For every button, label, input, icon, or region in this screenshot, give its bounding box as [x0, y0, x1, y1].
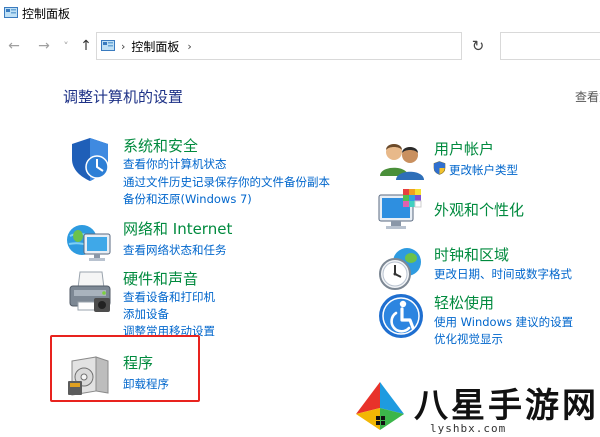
search-input[interactable] [500, 32, 600, 60]
watermark: 八星手游网 lyshbx.com [348, 372, 600, 437]
users-icon[interactable] [377, 138, 425, 186]
breadcrumb-control-panel[interactable]: 控制面板 [131, 38, 179, 55]
control-panel-icon [4, 7, 18, 18]
link-change-date-time-format[interactable]: 更改日期、时间或数字格式 [434, 266, 572, 282]
link-backup-restore[interactable]: 备份和还原(Windows 7) [123, 191, 252, 207]
category-title[interactable]: 网络和 Internet [123, 218, 232, 239]
link-add-device[interactable]: 添加设备 [123, 306, 169, 322]
shield-icon[interactable] [66, 135, 114, 183]
link-windows-recommended-settings[interactable]: 使用 Windows 建议的设置 [434, 314, 573, 330]
watermark-text: 八星手游网 [414, 386, 599, 426]
clock-globe-icon[interactable] [377, 244, 425, 292]
link-optimize-visual-display[interactable]: 优化视觉显示 [434, 331, 503, 347]
network-globe-icon[interactable] [66, 218, 114, 266]
link-devices-printers[interactable]: 查看设备和打印机 [123, 289, 215, 305]
control-panel-icon [101, 40, 115, 51]
title-bar: 控制面板 [0, 0, 600, 26]
category-title[interactable]: 轻松使用 [434, 292, 494, 313]
page-title: 调整计算机的设置 [63, 88, 184, 106]
category-title[interactable]: 时钟和区域 [434, 244, 509, 265]
uac-shield-icon [433, 161, 446, 175]
category-title[interactable]: 系统和安全 [123, 135, 198, 156]
breadcrumb-separator[interactable]: › [121, 40, 125, 53]
category-title[interactable]: 外观和个性化 [434, 199, 524, 220]
recent-locations-button[interactable]: ˅ [56, 34, 76, 58]
up-button[interactable]: ↑ [76, 34, 96, 58]
window-title: 控制面板 [22, 6, 71, 21]
printer-icon[interactable] [66, 268, 114, 316]
link-change-account-type[interactable]: 更改帐户类型 [449, 162, 518, 178]
appearance-monitor-icon[interactable] [377, 187, 425, 235]
link-file-history-backup[interactable]: 通过文件历史记录保存你的文件备份副本 [123, 174, 330, 190]
view-by-label[interactable]: 查看方式 [575, 88, 600, 105]
forward-button[interactable]: → [34, 34, 54, 58]
watermark-url: lyshbx.com [430, 422, 507, 435]
highlight-box [50, 335, 200, 402]
breadcrumb-separator-trailing[interactable]: › [187, 40, 191, 53]
category-title[interactable]: 用户帐户 [434, 138, 494, 159]
category-title[interactable]: 硬件和声音 [123, 268, 198, 289]
ease-of-access-icon[interactable] [377, 292, 425, 340]
link-view-computer-status[interactable]: 查看你的计算机状态 [123, 156, 227, 172]
back-button[interactable]: ← [4, 34, 24, 58]
navigation-bar: ← → ˅ ↑ › 控制面板 › ↻ [0, 30, 600, 62]
refresh-button[interactable]: ↻ [464, 32, 492, 60]
link-view-network-status[interactable]: 查看网络状态和任务 [123, 242, 227, 258]
address-bar[interactable]: › 控制面板 › [96, 32, 462, 60]
watermark-logo-icon [356, 382, 404, 430]
